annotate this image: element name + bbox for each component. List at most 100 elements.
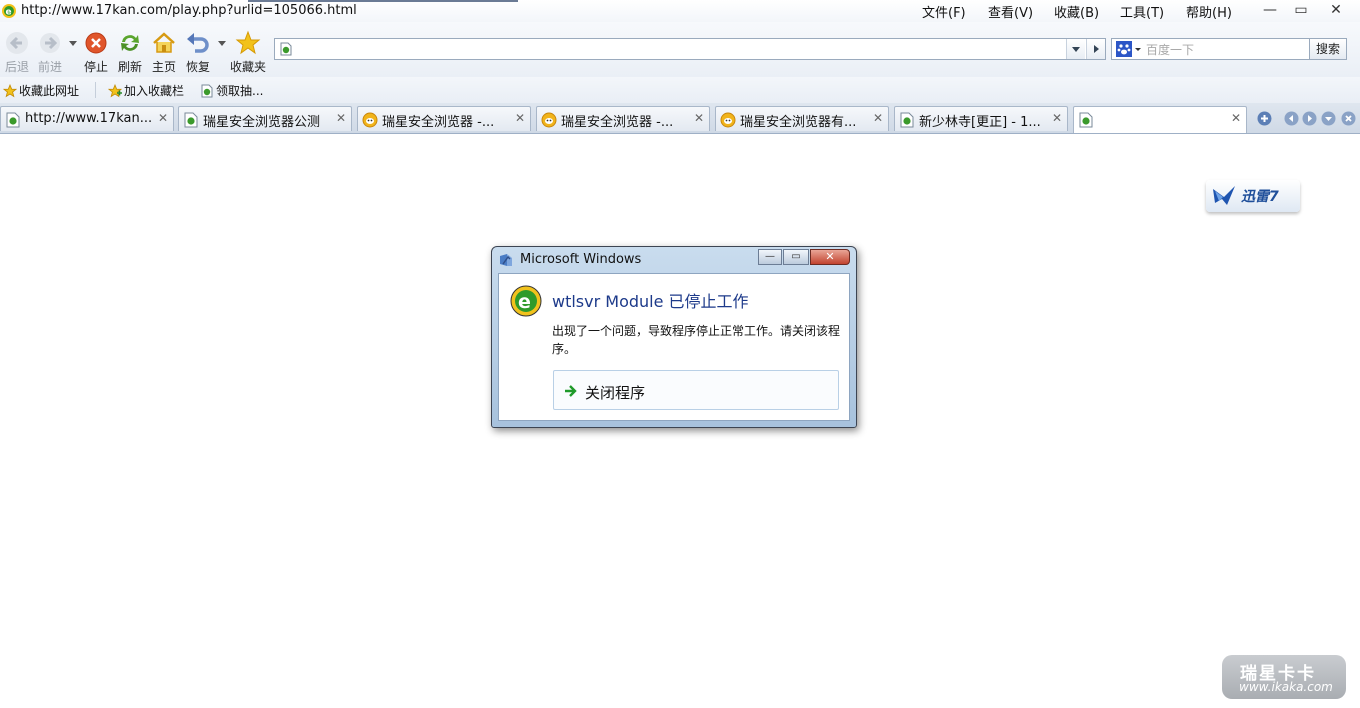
menu-tools[interactable]: 工具(T) [1120, 2, 1164, 21]
address-input[interactable] [297, 41, 1061, 59]
fav-link-draw-label: 领取抽... [216, 84, 264, 98]
xunlei-label: 迅雷7 [1241, 189, 1279, 205]
stop-button[interactable]: 停止 [79, 30, 113, 76]
tab[interactable]: 瑞星安全浏览器 -... ✕ [536, 106, 710, 131]
refresh-label: 刷新 [117, 60, 142, 74]
address-bar[interactable] [274, 38, 1106, 60]
tab-close-icon[interactable]: ✕ [515, 111, 525, 125]
home-label: 主页 [151, 60, 176, 74]
undo-icon [187, 33, 209, 53]
dialog-close-button[interactable]: ✕ [810, 249, 850, 265]
watermark-url: www.ikaka.com [1239, 680, 1333, 694]
new-tab-icon[interactable] [1257, 111, 1272, 126]
search-box[interactable] [1111, 38, 1310, 60]
rising-lion-icon [362, 112, 378, 128]
toolbar: 后退 前进 停止 刷新 主页 恢复 收藏夹 百度一下 搜索 [0, 22, 1360, 77]
dialog-title: Microsoft Windows [520, 252, 642, 267]
menu-view[interactable]: 查看(V) [988, 2, 1033, 21]
menu-file[interactable]: 文件(F) [922, 2, 966, 21]
tab-active[interactable]: ✕ [1073, 106, 1247, 133]
forward-label: 前进 [37, 60, 62, 74]
home-icon [153, 32, 175, 53]
page-icon [1079, 112, 1093, 128]
watermark-logo: 瑞星卡卡 www.ikaka.com [1222, 655, 1346, 699]
page-icon [900, 112, 914, 128]
rising-lion-icon [720, 112, 736, 128]
dialog-heading: wtlsvr Module 已停止工作 [552, 292, 749, 311]
forward-dropdown-icon[interactable] [69, 41, 77, 47]
tab-title: 瑞星安全浏览器 -... [382, 115, 495, 130]
page-icon [201, 84, 213, 98]
close-button[interactable]: ✕ [1325, 1, 1347, 19]
scroll-left-icon[interactable] [1284, 111, 1299, 126]
favorites-bar: 收藏此网址 加入收藏栏 领取抽... [0, 77, 1360, 103]
forward-arrow-icon [40, 33, 60, 53]
tab-close-icon[interactable]: ✕ [336, 111, 346, 125]
tab[interactable]: 瑞星安全浏览器 -... ✕ [357, 106, 531, 131]
refresh-icon [121, 35, 139, 51]
restore-button[interactable]: ▭ [1290, 1, 1312, 19]
tab[interactable]: http://www.17kan.... ✕ [0, 106, 174, 131]
tab-close-icon[interactable]: ✕ [694, 111, 704, 125]
tab-close-icon[interactable]: ✕ [1231, 111, 1241, 125]
tab-list-icon[interactable] [1321, 111, 1336, 126]
svg-text:e: e [6, 8, 12, 18]
restore-dropdown-icon[interactable] [218, 41, 226, 47]
tab-close-icon[interactable]: ✕ [873, 111, 883, 125]
favorites-label: 收藏夹 [230, 60, 267, 74]
xunlei-button[interactable]: 迅雷7 [1206, 180, 1300, 212]
chevron-down-icon [1072, 47, 1080, 52]
forward-button[interactable]: 前进 [33, 30, 67, 76]
tab[interactable]: 新少林寺[更正] - 1... ✕ [894, 106, 1068, 131]
refresh-button[interactable]: 刷新 [113, 30, 147, 76]
fav-link-draw[interactable]: 领取抽... [200, 82, 263, 99]
tab-close-icon[interactable]: ✕ [1052, 111, 1062, 125]
tab-title: 新少林寺[更正] - 1... [919, 115, 1041, 130]
windows-app-icon [500, 254, 512, 266]
scroll-right-icon[interactable] [1302, 111, 1317, 126]
tab[interactable]: 瑞星安全浏览器公测 ✕ [178, 106, 352, 131]
svg-text:e: e [518, 291, 531, 313]
chevron-right-icon [1094, 45, 1099, 53]
close-program-button[interactable]: 关闭程序 [553, 370, 839, 410]
dialog-body: e wtlsvr Module 已停止工作 出现了一个问题，导致程序停止正常工作… [498, 273, 850, 421]
close-program-label: 关闭程序 [585, 384, 646, 402]
menu-help[interactable]: 帮助(H) [1186, 2, 1232, 21]
page-icon [184, 112, 198, 128]
fav-add-url-label: 收藏此网址 [19, 84, 80, 98]
title-bar: e http://www.17kan.com/play.php?urlid=10… [0, 0, 1360, 22]
page-icon [6, 112, 20, 128]
tab-close-icon[interactable]: ✕ [158, 111, 168, 125]
minimize-button[interactable]: — [1259, 1, 1281, 19]
favorites-button[interactable]: 收藏夹 [230, 30, 266, 76]
address-dropdown-button[interactable] [1066, 39, 1085, 59]
rising-lion-icon [541, 112, 557, 128]
menu-favorites[interactable]: 收藏(B) [1054, 2, 1099, 21]
close-tab-icon[interactable] [1341, 111, 1356, 126]
tab-title: 瑞星安全浏览器有... [740, 115, 857, 130]
tab[interactable]: 瑞星安全浏览器有... ✕ [715, 106, 889, 131]
fav-add-to-bar[interactable]: 加入收藏栏 [107, 82, 184, 99]
search-button[interactable]: 搜索 [1309, 38, 1347, 60]
loading-indicator [248, 0, 518, 2]
tab-title: 瑞星安全浏览器 -... [561, 115, 674, 130]
restore-label: 恢复 [185, 60, 210, 74]
search-input[interactable] [1144, 41, 1308, 59]
dialog-maximize-button[interactable]: ▭ [783, 249, 809, 265]
divider [95, 82, 96, 98]
back-button[interactable]: 后退 [0, 30, 34, 76]
dialog-minimize-button[interactable]: — [758, 249, 782, 265]
go-button[interactable] [1086, 39, 1105, 59]
star-icon [2, 83, 18, 98]
home-button[interactable]: 主页 [147, 30, 181, 76]
baidu-paw-icon[interactable] [1115, 41, 1143, 57]
arrow-right-icon [565, 385, 577, 397]
window-title: http://www.17kan.com/play.php?urlid=1050… [21, 3, 357, 18]
fav-add-url[interactable]: 收藏此网址 [2, 82, 80, 99]
page-icon [280, 42, 292, 56]
restore-tab-button[interactable]: 恢复 [181, 30, 215, 76]
xunlei-bird-icon [1213, 186, 1235, 205]
browser-logo-icon: e [2, 4, 16, 18]
back-label: 后退 [4, 60, 29, 74]
back-arrow-icon [6, 32, 28, 54]
